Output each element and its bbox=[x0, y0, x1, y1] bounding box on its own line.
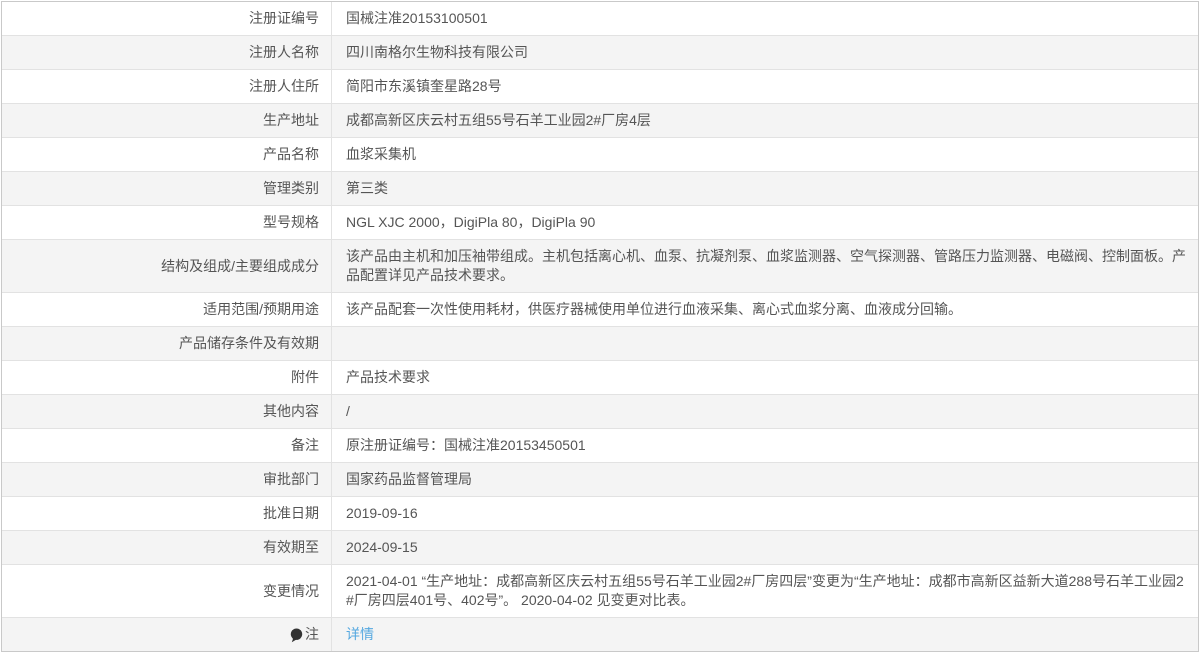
row-value: 成都高新区庆云村五组55号石羊工业园2#厂房4层 bbox=[346, 112, 651, 128]
row-label: 备注 bbox=[291, 437, 319, 453]
details-link[interactable]: 详情 bbox=[346, 625, 374, 644]
row-value-cell: 血浆采集机 bbox=[332, 138, 1198, 171]
row-value: 2021-04-01 “生产地址：成都高新区庆云村五组55号石羊工业园2#厂房四… bbox=[346, 573, 1184, 608]
row-label: 注册人住所 bbox=[249, 78, 319, 94]
table-row: 结构及组成/主要组成成分 该产品由主机和加压袖带组成。主机包括离心机、血泵、抗凝… bbox=[2, 240, 1198, 293]
row-label-cell: 注 bbox=[2, 618, 332, 651]
row-label-cell: 生产地址 bbox=[2, 104, 332, 137]
row-label: 生产地址 bbox=[263, 112, 319, 128]
row-label: 审批部门 bbox=[263, 471, 319, 487]
table-row: 生产地址 成都高新区庆云村五组55号石羊工业园2#厂房4层 bbox=[2, 104, 1198, 138]
row-label-cell: 注册人住所 bbox=[2, 70, 332, 103]
row-value: 产品技术要求 bbox=[346, 369, 430, 385]
row-label: 附件 bbox=[291, 369, 319, 385]
table-row: 批准日期 2019-09-16 bbox=[2, 497, 1198, 531]
row-value-cell: 四川南格尔生物科技有限公司 bbox=[332, 36, 1198, 69]
table-row: 管理类别 第三类 bbox=[2, 172, 1198, 206]
row-value-cell bbox=[332, 327, 1198, 360]
table-row: 其他内容 / bbox=[2, 395, 1198, 429]
row-value-cell: 产品技术要求 bbox=[332, 361, 1198, 394]
table-row: 有效期至 2024-09-15 bbox=[2, 531, 1198, 565]
row-value: 该产品配套一次性使用耗材，供医疗器械使用单位进行血液采集、离心式血浆分离、血液成… bbox=[346, 301, 962, 317]
table-row: 注册证编号 国械注准20153100501 bbox=[2, 2, 1198, 36]
row-value-cell: 国家药品监督管理局 bbox=[332, 463, 1198, 496]
row-value-cell: 该产品配套一次性使用耗材，供医疗器械使用单位进行血液采集、离心式血浆分离、血液成… bbox=[332, 293, 1198, 326]
row-label-cell: 其他内容 bbox=[2, 395, 332, 428]
row-label: 注册证编号 bbox=[249, 10, 319, 26]
row-value: 该产品由主机和加压袖带组成。主机包括离心机、血泵、抗凝剂泵、血浆监测器、空气探测… bbox=[346, 248, 1186, 283]
row-value-cell: 2024-09-15 bbox=[332, 531, 1198, 564]
registration-table: 注册证编号 国械注准20153100501 注册人名称 四川南格尔生物科技有限公… bbox=[1, 1, 1199, 652]
row-value: 简阳市东溪镇奎星路28号 bbox=[346, 78, 502, 94]
table-row: 审批部门 国家药品监督管理局 bbox=[2, 463, 1198, 497]
row-label: 注 bbox=[305, 626, 319, 642]
row-label: 产品名称 bbox=[263, 146, 319, 162]
table-row: 产品名称 血浆采集机 bbox=[2, 138, 1198, 172]
table-row: 附件 产品技术要求 bbox=[2, 361, 1198, 395]
row-value: 第三类 bbox=[346, 180, 388, 196]
row-value-cell: / bbox=[332, 395, 1198, 428]
row-value-cell: 简阳市东溪镇奎星路28号 bbox=[332, 70, 1198, 103]
row-label-cell: 批准日期 bbox=[2, 497, 332, 530]
row-label: 批准日期 bbox=[263, 505, 319, 521]
row-label-cell: 有效期至 bbox=[2, 531, 332, 564]
row-label-cell: 变更情况 bbox=[2, 565, 332, 617]
table-row: 适用范围/预期用途 该产品配套一次性使用耗材，供医疗器械使用单位进行血液采集、离… bbox=[2, 293, 1198, 327]
table-row: 备注 原注册证编号：国械注准20153450501 bbox=[2, 429, 1198, 463]
row-label-cell: 结构及组成/主要组成成分 bbox=[2, 240, 332, 292]
note-bubble-icon bbox=[290, 628, 303, 643]
row-label-cell: 备注 bbox=[2, 429, 332, 462]
row-label-cell: 型号规格 bbox=[2, 206, 332, 239]
row-value-cell: 原注册证编号：国械注准20153450501 bbox=[332, 429, 1198, 462]
row-value-cell: 国械注准20153100501 bbox=[332, 2, 1198, 35]
row-value: 血浆采集机 bbox=[346, 146, 416, 162]
row-value-cell: 成都高新区庆云村五组55号石羊工业园2#厂房4层 bbox=[332, 104, 1198, 137]
table-row: 注 详情 bbox=[2, 618, 1198, 651]
row-value-cell: 第三类 bbox=[332, 172, 1198, 205]
row-label: 型号规格 bbox=[263, 214, 319, 230]
row-label-cell: 适用范围/预期用途 bbox=[2, 293, 332, 326]
table-row: 注册人名称 四川南格尔生物科技有限公司 bbox=[2, 36, 1198, 70]
row-value: 2024-09-15 bbox=[346, 539, 418, 555]
row-label-cell: 产品储存条件及有效期 bbox=[2, 327, 332, 360]
row-label: 产品储存条件及有效期 bbox=[179, 335, 319, 351]
row-label-cell: 管理类别 bbox=[2, 172, 332, 205]
row-label: 结构及组成/主要组成成分 bbox=[161, 257, 319, 274]
row-value: 国械注准20153100501 bbox=[346, 10, 488, 26]
table-row: 型号规格 NGL XJC 2000，DigiPla 80，DigiPla 90 bbox=[2, 206, 1198, 240]
table-row: 注册人住所 简阳市东溪镇奎星路28号 bbox=[2, 70, 1198, 104]
row-label-cell: 注册人名称 bbox=[2, 36, 332, 69]
table-row: 产品储存条件及有效期 bbox=[2, 327, 1198, 361]
table-row: 变更情况 2021-04-01 “生产地址：成都高新区庆云村五组55号石羊工业园… bbox=[2, 565, 1198, 618]
row-label: 其他内容 bbox=[263, 403, 319, 419]
row-label-cell: 产品名称 bbox=[2, 138, 332, 171]
row-label: 适用范围/预期用途 bbox=[203, 301, 319, 317]
row-label: 注册人名称 bbox=[249, 44, 319, 60]
row-label-cell: 审批部门 bbox=[2, 463, 332, 496]
row-value-cell: 2021-04-01 “生产地址：成都高新区庆云村五组55号石羊工业园2#厂房四… bbox=[332, 565, 1198, 617]
row-value: / bbox=[346, 403, 350, 419]
row-value: 2019-09-16 bbox=[346, 505, 418, 521]
row-value-cell: NGL XJC 2000，DigiPla 80，DigiPla 90 bbox=[332, 206, 1198, 239]
row-value-cell: 2019-09-16 bbox=[332, 497, 1198, 530]
row-label: 有效期至 bbox=[263, 539, 319, 555]
row-label: 管理类别 bbox=[263, 180, 319, 196]
row-value: 四川南格尔生物科技有限公司 bbox=[346, 44, 528, 60]
row-value: 原注册证编号：国械注准20153450501 bbox=[346, 437, 586, 453]
row-value: NGL XJC 2000，DigiPla 80，DigiPla 90 bbox=[346, 214, 596, 230]
row-label: 变更情况 bbox=[263, 582, 319, 599]
row-value-cell: 该产品由主机和加压袖带组成。主机包括离心机、血泵、抗凝剂泵、血浆监测器、空气探测… bbox=[332, 240, 1198, 292]
row-value-cell: 详情 bbox=[332, 618, 1198, 651]
row-label-cell: 附件 bbox=[2, 361, 332, 394]
row-value: 国家药品监督管理局 bbox=[346, 471, 472, 487]
row-label-cell: 注册证编号 bbox=[2, 2, 332, 35]
